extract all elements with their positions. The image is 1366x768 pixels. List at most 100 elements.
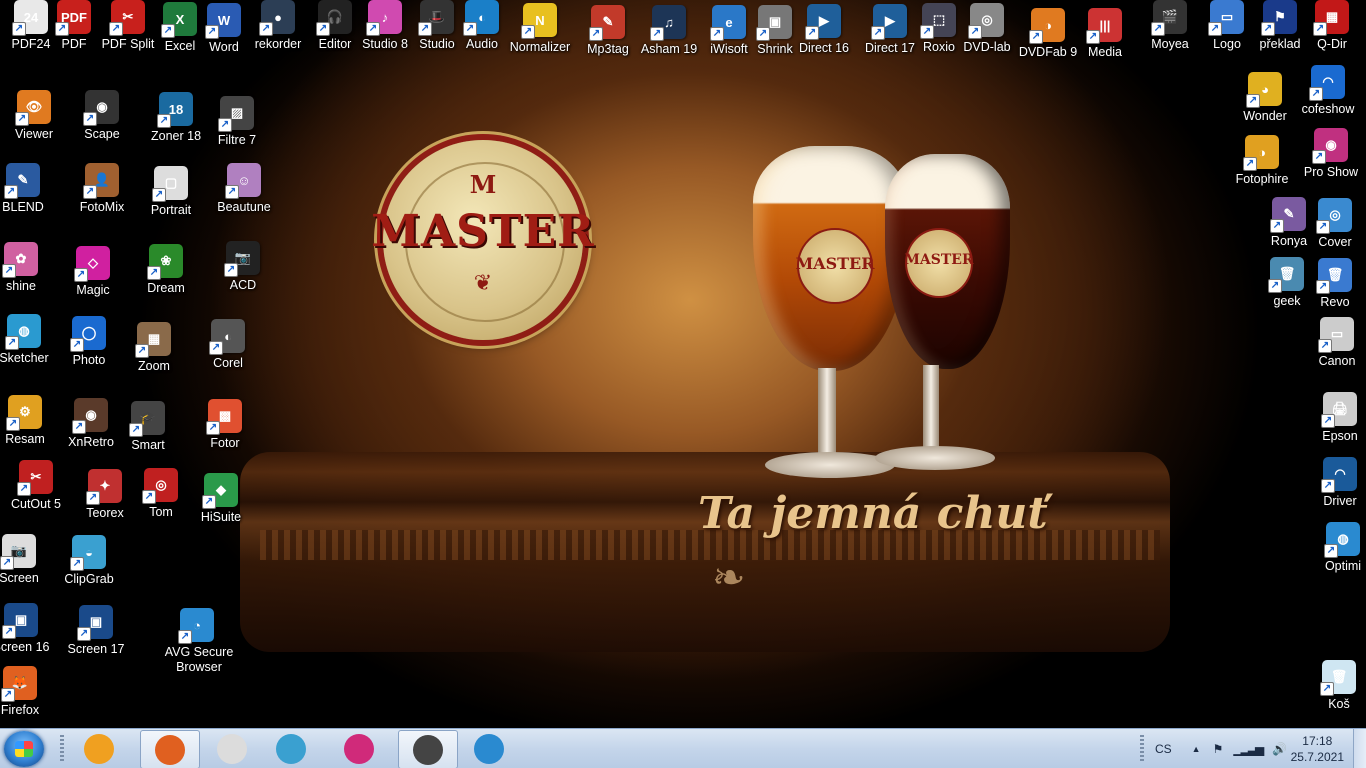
desktop-icon-corel[interactable]: ◐ ↗ Corel	[190, 319, 266, 371]
shortcut-arrow-icon: ↗	[70, 557, 84, 571]
shortcut-arrow-icon: ↗	[72, 420, 86, 434]
desktop-icon-zoom[interactable]: ▦ ↗ Zoom	[116, 322, 192, 374]
swirl-ornament-icon: ❧	[712, 556, 746, 600]
action-center-flag-icon[interactable]: ⚑	[1213, 742, 1224, 756]
desktop-icon-magic[interactable]: ◇ ↗ Magic	[55, 246, 131, 298]
q-dir-glyph: ▦	[1325, 9, 1339, 24]
desktop-icon-q-dir[interactable]: ▦ ↗ Q-Dir	[1294, 0, 1366, 52]
filtre-7-glyph: ▨	[230, 105, 244, 120]
shortcut-arrow-icon: ↗	[1261, 22, 1275, 36]
portrait-glyph: ▢	[164, 175, 178, 190]
q-dir-icon: ▦ ↗	[1313, 0, 1349, 36]
logo-icon: ▭ ↗	[1208, 0, 1244, 36]
media-icon: ||| ↗	[1086, 8, 1122, 44]
zoom-glyph: ▦	[147, 331, 161, 346]
shortcut-arrow-icon: ↗	[1208, 22, 1222, 36]
desktop[interactable]: M MASTER ❦ MASTER MASTER Ta jemná chuť ❧…	[0, 0, 1366, 728]
shortcut-arrow-icon: ↗	[202, 495, 216, 509]
desktop-icon-screen-16[interactable]: ▣↗Screen 16	[0, 603, 59, 655]
language-indicator[interactable]: CS	[1155, 742, 1172, 756]
desktop-icon-fotomix[interactable]: 👤 ↗ FotoMix	[64, 163, 140, 215]
pdf-split-glyph: ✂	[122, 9, 134, 24]
desktop-icon-normalizer[interactable]: N ↗ Normalizer	[502, 3, 578, 55]
taskbar-button-firefox[interactable]	[140, 730, 200, 768]
desktop-icon-screen[interactable]: 📷 ↗ Screen	[0, 534, 57, 586]
shortcut-arrow-icon: ↗	[135, 344, 149, 358]
taskbar-button-screenshot-tool[interactable]	[203, 730, 261, 767]
teorex-glyph: ✦	[99, 478, 111, 493]
desktop-icon-kos[interactable]: 🗑 ↗ Koš	[1301, 660, 1366, 712]
shortcut-arrow-icon: ↗	[55, 22, 69, 36]
desktop-icon-fotophire[interactable]: ◑ ↗ Fotophire	[1224, 135, 1300, 187]
desktop-icon-scape[interactable]: ◉ ↗ Scape	[64, 90, 140, 142]
taskbar-button-filtre[interactable]	[398, 730, 458, 768]
desktop-icon-pro-show[interactable]: ◉ ↗ Pro Show	[1293, 128, 1366, 180]
desktop-icon-dream[interactable]: ❀ ↗ Dream	[128, 244, 204, 296]
shortcut-arrow-icon: ↗	[77, 627, 91, 641]
medallion-brand: MASTER	[371, 206, 595, 257]
shortcut-arrow-icon: ↗	[224, 263, 238, 277]
shortcut-arrow-icon: ↗	[1268, 279, 1282, 293]
desktop-icon-revo[interactable]: 🗑 ↗ Revo	[1297, 258, 1366, 310]
mitt-app-icon	[344, 733, 374, 764]
taskbar-grip[interactable]	[60, 735, 64, 763]
desktop-icon-firefox[interactable]: 🦊 ↗ Firefox	[0, 666, 58, 718]
desktop-icon-hisuite[interactable]: ◆ ↗ HiSuite	[183, 473, 259, 525]
glass-label-light: MASTER	[795, 228, 875, 304]
desktop-icon-shine[interactable]: ✿ ↗ shine	[0, 242, 59, 294]
ronya-glyph: ✎	[1283, 206, 1295, 221]
glass-stem	[818, 368, 836, 458]
volume-icon[interactable]: 🔊	[1272, 742, 1287, 756]
taskbar-button-mitt-app[interactable]	[330, 730, 388, 767]
fotomix-icon: 👤 ↗	[83, 163, 119, 199]
desktop-icon-clipgrab[interactable]: ◒ ↗ ClipGrab	[51, 535, 127, 587]
show-desktop-button[interactable]	[1353, 729, 1366, 768]
taskbar-button-clipgrab[interactable]	[262, 730, 320, 767]
tray-expand-icon[interactable]: ▲	[1192, 744, 1201, 754]
iwisoft-glyph: e	[725, 14, 733, 30]
shortcut-arrow-icon: ↗	[161, 24, 175, 38]
desktop-icon-acd[interactable]: 📷 ↗ ACD	[205, 241, 281, 293]
clipgrab-icon	[276, 733, 306, 764]
desktop-icon-label: Portrait	[150, 203, 192, 217]
desktop-icon-label: Screen 17	[67, 642, 125, 656]
desktop-icon-viewer[interactable]: 👁 ↗ Viewer	[0, 90, 72, 142]
taskbar-button-avg-browser[interactable]	[460, 730, 518, 767]
desktop-icon-avg-secure-browser[interactable]: ◔ ↗ AVG Secure Browser	[159, 608, 235, 675]
screen-16-glyph: ▣	[14, 612, 28, 627]
start-button[interactable]	[4, 731, 44, 767]
desktop-icon-direct-16[interactable]: ▶ ↗ Direct 16	[786, 4, 862, 56]
fotophire-glyph: ◑	[1258, 144, 1266, 160]
network-signal-icon[interactable]: ▁▂▃▅	[1233, 742, 1264, 756]
shortcut-arrow-icon: ↗	[205, 25, 219, 39]
filtre-icon	[413, 734, 443, 765]
desktop-icon-screen-17[interactable]: ▣ ↗ Screen 17	[58, 605, 134, 657]
desktop-icon-optimi[interactable]: ◍ ↗ Optimi	[1305, 522, 1366, 574]
desktop-icon-canon[interactable]: ▭ ↗ Canon	[1299, 317, 1366, 369]
taskbar-button-media-player[interactable]	[70, 730, 128, 767]
desktop-icon-label: CutOut 5	[10, 497, 62, 511]
hisuite-icon: ◆ ↗	[202, 473, 238, 509]
desktop-icon-driver[interactable]: ◠ ↗ Driver	[1302, 457, 1366, 509]
desktop-icon-cutout-5[interactable]: ✂ ↗ CutOut 5	[0, 460, 74, 512]
medallion-ornament-icon: ❦	[473, 270, 493, 295]
mp3tag-icon: ✎ ↗	[589, 5, 625, 41]
desktop-icon-epson[interactable]: 🖨 ↗ Epson	[1302, 392, 1366, 444]
desktop-icon-beautune[interactable]: ☺ ↗ Beautune	[206, 163, 282, 215]
desktop-icon-cover[interactable]: ◎ ↗ Cover	[1297, 198, 1366, 250]
tray-grip[interactable]	[1140, 735, 1144, 763]
shortcut-arrow-icon: ↗	[650, 27, 664, 41]
shortcut-arrow-icon: ↗	[968, 25, 982, 39]
corel-icon: ◐ ↗	[209, 319, 245, 355]
clock[interactable]: 17:18 25.7.2021	[1291, 733, 1344, 765]
desktop-icon-label: Q-Dir	[1317, 37, 1347, 51]
desktop-icon-filtre-7[interactable]: ▨ ↗ Filtre 7	[199, 96, 275, 148]
desktop-icon-cofeshow[interactable]: ◠ ↗ cofeshow	[1290, 65, 1366, 117]
clipgrab-icon: ◒ ↗	[70, 535, 106, 571]
firefox-icon	[155, 734, 185, 765]
dvd-lab-glyph: ◎	[981, 12, 993, 27]
desktop-icon-smart[interactable]: 🎓 ↗ Smart	[110, 401, 186, 453]
desktop-icon-portrait[interactable]: ▢ ↗ Portrait	[133, 166, 209, 218]
desktop-icon-fotor[interactable]: ▩ ↗ Fotor	[187, 399, 263, 451]
desktop-icon-blend[interactable]: ✎ ↗ BLEND	[0, 163, 61, 215]
